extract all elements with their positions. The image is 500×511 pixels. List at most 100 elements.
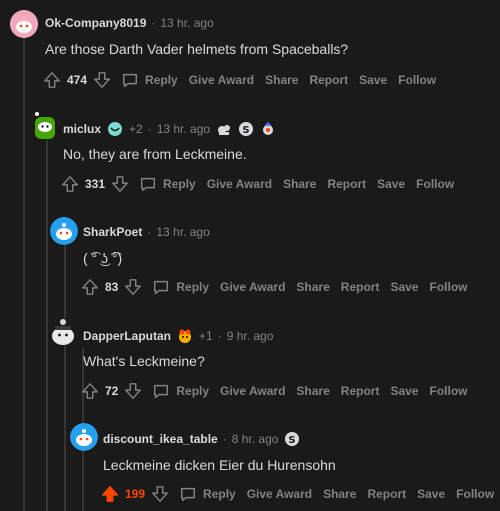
share-button[interactable]: Share (296, 280, 329, 294)
award-icon[interactable] (260, 121, 276, 137)
comment-actions: 83 Reply Give Award Share Report Save Fo… (81, 278, 467, 296)
svg-text:S: S (242, 125, 249, 136)
thread-line[interactable] (23, 36, 25, 511)
silver-award-icon: S (285, 432, 300, 446)
award-icon[interactable] (177, 328, 193, 344)
share-button[interactable]: Share (283, 177, 316, 191)
comment-actions: 199 Reply Give Award Share Report Save F… (101, 485, 494, 503)
give-award-button[interactable]: Give Award (220, 280, 285, 294)
save-button[interactable]: Save (417, 487, 445, 501)
downvote-button[interactable] (151, 485, 169, 503)
wholesome-award-icon (108, 122, 123, 136)
comment-bubble-icon (154, 280, 169, 295)
upvote-button[interactable] (101, 485, 119, 503)
timestamp[interactable]: 9 hr. ago (227, 329, 274, 343)
snoo-avatar-icon (10, 10, 38, 38)
hugz-award-icon (179, 329, 192, 343)
save-button[interactable]: Save (390, 280, 418, 294)
report-button[interactable]: Report (341, 384, 380, 398)
award-count: +1 (199, 329, 213, 343)
comment-body: ( ͡° ͜ʖ ͡°) (83, 250, 123, 266)
share-button[interactable]: Share (323, 487, 356, 501)
comment-header: DapperLaputan +1 · 9 hr. ago (83, 328, 273, 344)
snoo-avatar-icon (52, 319, 74, 345)
give-award-button[interactable]: Give Award (247, 487, 312, 501)
comment-actions: 331 Reply Give Award Share Report Save F… (61, 175, 454, 193)
thread-line[interactable] (46, 140, 48, 511)
comment-body: Leckmeine dicken Eier du Hurensohn (103, 457, 336, 473)
comment-header: SharkPoet · 13 hr. ago (83, 225, 210, 239)
upvote-arrow-icon (44, 72, 60, 88)
award-count: +2 (129, 122, 143, 136)
avatar[interactable] (10, 10, 38, 38)
reply-button[interactable]: Reply (152, 382, 209, 400)
username[interactable]: miclux (63, 122, 101, 136)
username[interactable]: DapperLaputan (83, 329, 171, 343)
separator: · (147, 225, 152, 239)
downvote-arrow-icon (94, 72, 110, 88)
follow-button[interactable]: Follow (398, 73, 436, 87)
reply-button[interactable]: Reply (152, 278, 209, 296)
username[interactable]: discount_ikea_table (103, 432, 218, 446)
upvote-button[interactable] (43, 71, 61, 89)
vote-score: 474 (67, 73, 88, 87)
avatar[interactable] (70, 423, 98, 451)
snoo-avatar-icon (35, 112, 55, 139)
reply-button[interactable]: Reply (121, 71, 178, 89)
award-icon[interactable] (216, 121, 232, 137)
upvote-button[interactable] (61, 175, 79, 193)
separator: · (217, 329, 222, 343)
comment-body: What's Leckmeine? (83, 353, 205, 369)
give-award-button[interactable]: Give Award (220, 384, 285, 398)
report-button[interactable]: Report (341, 280, 380, 294)
snoo-avatar-icon (50, 217, 78, 245)
upvote-arrow-icon (82, 279, 98, 295)
comment-header: Ok-Company8019 · 13 hr. ago (45, 16, 214, 30)
downvote-button[interactable] (124, 278, 142, 296)
upvote-button[interactable] (81, 382, 99, 400)
report-button[interactable]: Report (327, 177, 366, 191)
save-button[interactable]: Save (390, 384, 418, 398)
comment-header: discount_ikea_table · 8 hr. ago S (103, 431, 300, 447)
follow-button[interactable]: Follow (429, 280, 467, 294)
avatar[interactable] (33, 111, 57, 139)
downvote-button[interactable] (93, 71, 111, 89)
reply-label: Reply (163, 177, 196, 191)
separator: · (151, 16, 156, 30)
timestamp[interactable]: 13 hr. ago (157, 122, 210, 136)
save-button[interactable]: Save (377, 177, 405, 191)
upvote-button[interactable] (81, 278, 99, 296)
avatar[interactable] (50, 318, 76, 346)
svg-text:S: S (289, 435, 296, 446)
report-button[interactable]: Report (367, 487, 406, 501)
report-button[interactable]: Report (309, 73, 348, 87)
award-icon[interactable] (107, 121, 123, 137)
reply-label: Reply (176, 280, 210, 294)
downvote-button[interactable] (111, 175, 129, 193)
comment-bubble-icon (123, 73, 138, 88)
follow-button[interactable]: Follow (456, 487, 494, 501)
thread-line[interactable] (64, 245, 66, 511)
username[interactable]: Ok-Company8019 (45, 16, 146, 30)
username[interactable]: SharkPoet (83, 225, 142, 239)
follow-button[interactable]: Follow (429, 384, 467, 398)
comment-bubble-icon (141, 177, 156, 192)
reply-button[interactable]: Reply (139, 175, 196, 193)
follow-button[interactable]: Follow (416, 177, 454, 191)
timestamp[interactable]: 13 hr. ago (160, 16, 213, 30)
give-award-button[interactable]: Give Award (207, 177, 272, 191)
save-button[interactable]: Save (359, 73, 387, 87)
award-icon[interactable]: S (238, 121, 254, 137)
award-icon[interactable]: S (284, 431, 300, 447)
share-button[interactable]: Share (265, 73, 298, 87)
timestamp[interactable]: 8 hr. ago (232, 432, 279, 446)
timestamp[interactable]: 13 hr. ago (156, 225, 209, 239)
share-button[interactable]: Share (296, 384, 329, 398)
avatar[interactable] (50, 217, 78, 245)
vote-score: 83 (105, 280, 119, 294)
vote-score: 199 (125, 487, 146, 501)
give-award-button[interactable]: Give Award (189, 73, 254, 87)
downvote-button[interactable] (124, 382, 142, 400)
reply-button[interactable]: Reply (179, 485, 236, 503)
helpful-award-icon (263, 122, 274, 135)
